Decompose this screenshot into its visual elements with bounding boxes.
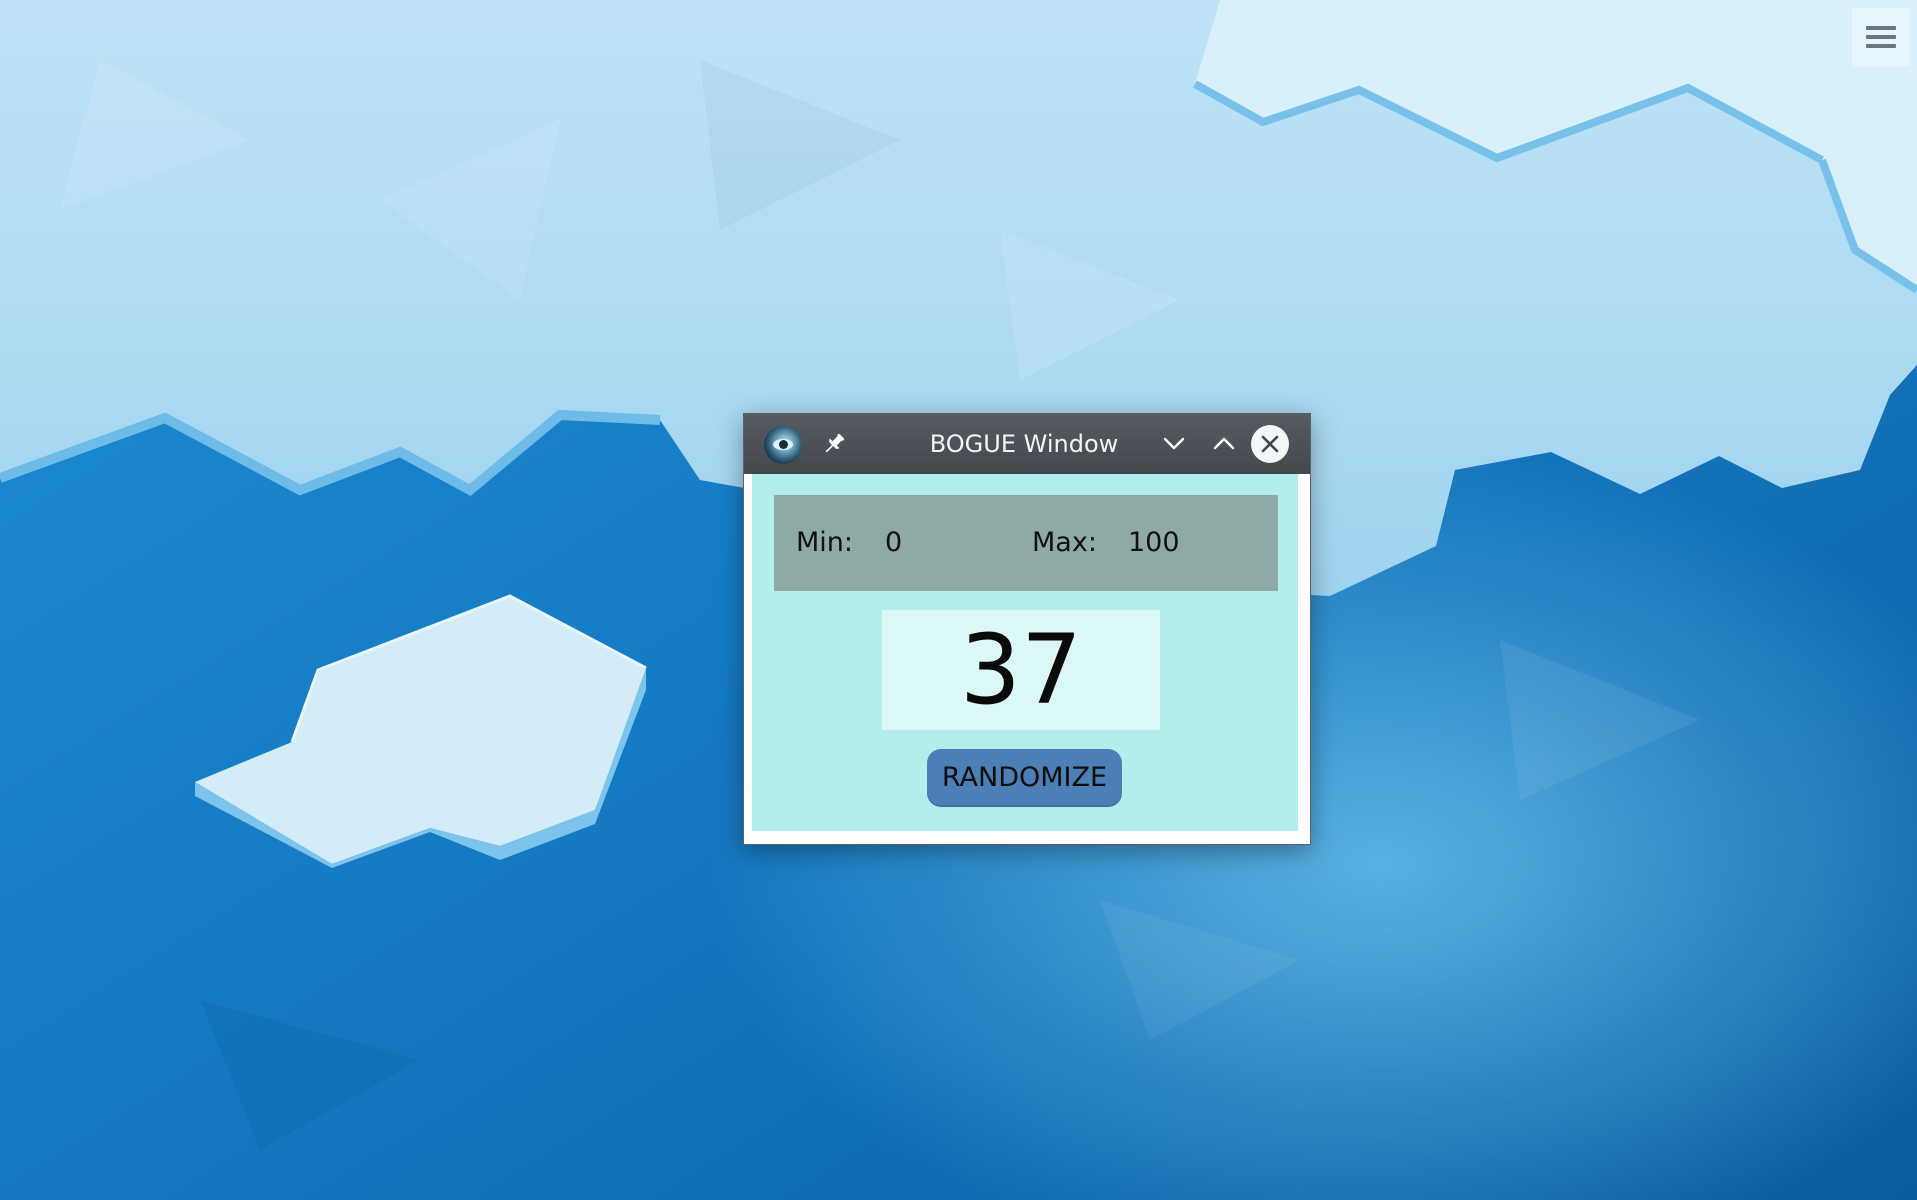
min-value-input[interactable]: 0 xyxy=(885,495,902,591)
window-title: BOGUE Window xyxy=(929,430,1119,458)
hamburger-menu-icon xyxy=(1866,21,1896,53)
close-icon xyxy=(1261,435,1279,453)
minimize-button[interactable] xyxy=(1156,426,1192,462)
maximize-button[interactable] xyxy=(1206,426,1242,462)
min-label: Min: xyxy=(796,527,854,558)
pin-icon[interactable] xyxy=(820,430,848,458)
window-titlebar[interactable]: BOGUE Window xyxy=(744,414,1310,474)
chevron-up-icon xyxy=(1213,437,1235,450)
app-logo-icon[interactable] xyxy=(764,426,802,464)
bogue-window: BOGUE Window Min: 0 Max: 100 37 RANDOMIZ… xyxy=(743,413,1311,845)
random-number-display: 37 xyxy=(882,610,1160,730)
hamburger-menu-button[interactable] xyxy=(1852,8,1910,66)
max-value-input[interactable]: 100 xyxy=(1128,495,1180,591)
randomize-button[interactable]: RANDOMIZE xyxy=(927,749,1122,807)
range-panel: Min: 0 Max: 100 xyxy=(774,495,1278,591)
close-button[interactable] xyxy=(1251,425,1289,463)
desktop: BOGUE Window Min: 0 Max: 100 37 RANDOMIZ… xyxy=(0,0,1917,1200)
chevron-down-icon xyxy=(1163,437,1185,450)
max-label: Max: xyxy=(1032,527,1097,558)
window-content: Min: 0 Max: 100 37 RANDOMIZE xyxy=(752,474,1298,831)
